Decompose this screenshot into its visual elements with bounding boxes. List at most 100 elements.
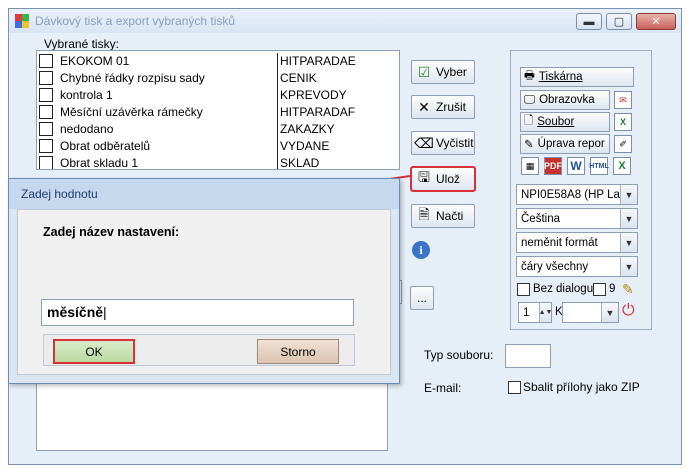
item-checkbox[interactable] [39, 105, 53, 119]
item-name: kontrola 1 [60, 88, 113, 102]
list-item[interactable]: EKOKOM 01 HITPARADAE [37, 53, 399, 70]
printer-select[interactable]: NPI0E58A8 (HP Lase ▼ [516, 184, 638, 205]
html-icon[interactable]: HTML [589, 157, 609, 175]
k-select[interactable]: ▼ [562, 302, 619, 323]
file-button[interactable]: 🗋 Soubor [520, 112, 610, 132]
list-item[interactable]: Obrat odběratelů VYDANE [37, 138, 399, 155]
edit-report-icon: ✎ [524, 139, 534, 151]
item-checkbox[interactable] [39, 88, 53, 102]
zip-checkbox[interactable] [508, 381, 521, 394]
close-icon: ✕ [651, 16, 661, 28]
designer-icon[interactable]: ✐ [614, 135, 632, 153]
list-item[interactable]: nedodano ZAKAZKY [37, 121, 399, 138]
storno-button[interactable]: Storno [257, 339, 339, 364]
excel-icon[interactable]: X [614, 113, 632, 131]
screen-label: Obrazovka [539, 94, 595, 106]
copies-spinner[interactable]: 1 ▲▼ [518, 302, 552, 323]
zip-label: Sbalit přílohy jako ZIP [523, 380, 640, 394]
window-title: Dávkový tisk a export vybraných tisků [35, 14, 236, 28]
item-name: EKOKOM 01 [60, 54, 130, 68]
language-select[interactable]: Čeština ▼ [516, 208, 638, 229]
list-item[interactable]: Obrat skladu 1 SKLAD [37, 155, 399, 170]
chevron-down-icon: ▼ [601, 303, 618, 322]
lines-select[interactable]: čáry všechny ▼ [516, 256, 638, 277]
pdf-icon[interactable]: PDF [544, 157, 562, 175]
title-bar: Dávkový tisk a export vybraných tisků ▬ … [9, 9, 681, 33]
load-button[interactable]: 🗎 Načti [411, 204, 475, 228]
browse-label: ... [416, 291, 427, 305]
item-checkbox[interactable] [39, 71, 53, 85]
list-item[interactable]: kontrola 1 KPREVODY [37, 87, 399, 104]
chevron-down-icon: ▼ [620, 209, 637, 228]
checkmark-icon: ☑ [417, 63, 431, 80]
close-button[interactable]: ✕ [636, 13, 676, 30]
restore-button[interactable]: ▢ [606, 13, 632, 30]
language-value: Čeština [521, 212, 560, 225]
edit-report-label: Úprava repor [537, 138, 605, 150]
ok-label: OK [85, 344, 103, 359]
item-code: SKLAD [280, 156, 320, 170]
load-label: Načti [436, 209, 464, 223]
minimize-icon: ▬ [583, 15, 595, 28]
printer-icon: 🖶 [524, 69, 535, 82]
item-code: ZAKAZKY [280, 122, 335, 136]
item-code: HITPARADAE [280, 54, 356, 68]
item-name: Měsíční uzávěrka rámečky [60, 105, 203, 119]
item-code: KPREVODY [280, 88, 347, 102]
info-icon[interactable]: i [412, 241, 430, 259]
chevron-down-icon: ▼ [620, 233, 637, 252]
email-list[interactable] [36, 376, 388, 451]
storno-label: Storno [280, 344, 316, 359]
file-type-input[interactable] [505, 344, 551, 368]
format-select[interactable]: neměnit formát ▼ [516, 232, 638, 253]
dialog-prompt: Zadej název nastavení: [43, 225, 180, 239]
nine-checkbox[interactable] [593, 283, 606, 296]
email-label: E-mail: [424, 381, 462, 395]
list-item[interactable]: Měsíční uzávěrka rámečky HITPARADAF [37, 104, 399, 121]
chevron-down-icon: ▼ [620, 257, 637, 276]
monitor-icon: 🖵 [524, 93, 536, 106]
clear-button[interactable]: ⌫ Vyčistit [411, 131, 475, 155]
list-label: Vybrané tisky: [44, 37, 119, 51]
item-name: nedodano [60, 122, 114, 136]
prints-list[interactable]: EKOKOM 01 HITPARADAE Chybné řádky rozpis… [36, 50, 400, 170]
select-button[interactable]: ☑ Vyber [411, 60, 475, 84]
item-checkbox[interactable] [39, 156, 53, 169]
item-checkbox[interactable] [39, 54, 53, 68]
power-icon[interactable]: ⏻ [622, 302, 635, 320]
settings-icon[interactable]: ✎ [622, 281, 634, 298]
word-icon[interactable]: W [567, 157, 585, 175]
item-checkbox[interactable] [39, 139, 53, 153]
dialog-title: Zadej hodnotu [21, 187, 98, 201]
dialog-title-bar: Zadej hodnotu [9, 179, 399, 209]
spinner-arrows-icon: ▲▼ [539, 303, 551, 322]
no-dialog-checkbox[interactable] [517, 283, 530, 296]
screen-button[interactable]: 🖵 Obrazovka [520, 90, 610, 110]
item-code: HITPARADAF [280, 105, 356, 119]
list-item[interactable]: Chybné řádky rozpisu sady CENIK [37, 70, 399, 87]
cancel-button[interactable]: ✕ Zrušit [411, 95, 475, 119]
excel-export-icon[interactable]: X [613, 157, 631, 175]
file-label: Soubor [537, 116, 575, 128]
item-name: Obrat skladu 1 [60, 156, 139, 170]
item-checkbox[interactable] [39, 122, 53, 136]
printer-button[interactable]: 🖶 Tiskárna [520, 67, 634, 87]
save-button[interactable]: 🖫 Ulož [410, 166, 476, 192]
email-icon[interactable]: ✉ [614, 91, 632, 109]
edit-report-button[interactable]: ✎ Úprava repor [520, 134, 610, 154]
clear-label: Vyčistit [436, 136, 474, 150]
lines-value: čáry všechny [521, 260, 589, 273]
nine-label: 9 [609, 283, 616, 295]
file-icon: 🗋 [524, 114, 534, 127]
setting-name-value: měsíčně [47, 304, 104, 320]
ok-button[interactable]: OK [53, 339, 135, 364]
setting-name-input[interactable]: měsíčně| [41, 299, 354, 326]
item-code: CENIK [280, 71, 317, 85]
minimize-button[interactable]: ▬ [576, 13, 602, 30]
printer-value: NPI0E58A8 (HP Lase [521, 188, 633, 201]
x-icon: ✕ [418, 98, 430, 115]
browse-button[interactable]: ... [410, 286, 434, 310]
item-name: Obrat odběratelů [60, 139, 151, 153]
app-icon [15, 14, 29, 28]
grid-icon[interactable]: ▦ [521, 157, 539, 175]
